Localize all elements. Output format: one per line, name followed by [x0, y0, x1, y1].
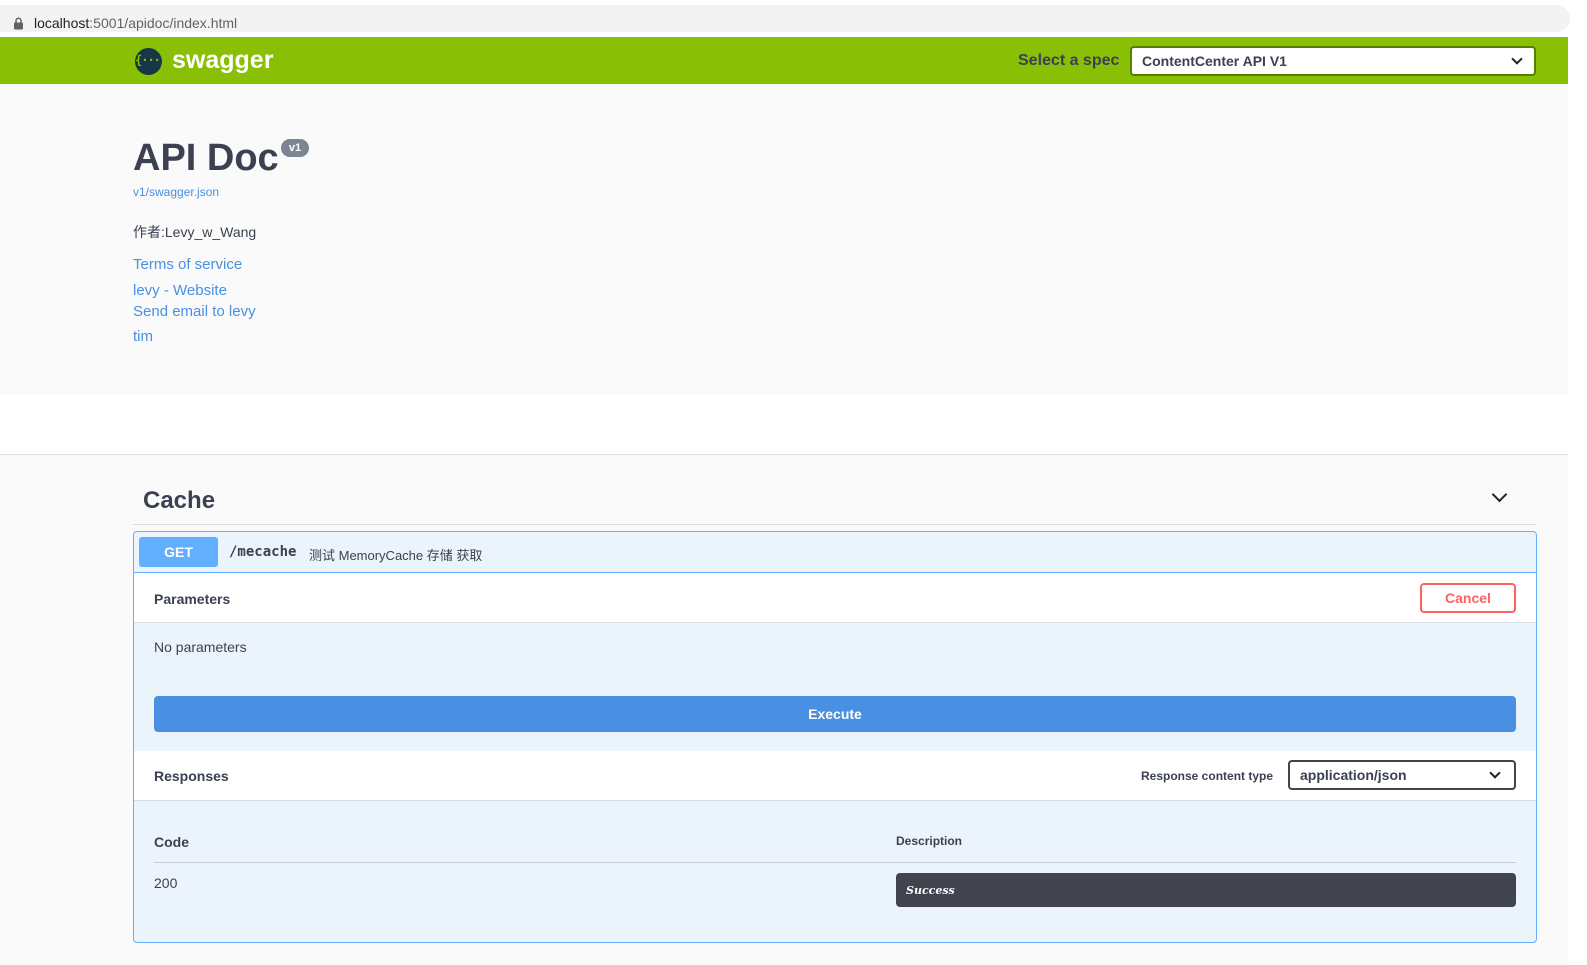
chevron-down-icon [1511, 53, 1523, 65]
table-header-divider [154, 862, 1516, 863]
swagger-json-link[interactable]: v1/swagger.json [133, 185, 219, 199]
response-content-type-label: Response content type [1141, 769, 1274, 783]
operation-summary[interactable]: GET /mecache 测试 MemoryCache 存储 获取 [134, 532, 1536, 573]
api-description: 作者:Levy_w_Wang [133, 224, 257, 240]
responses-header: Responses Response content type applicat… [134, 751, 1536, 801]
content-type-value: application/json [1300, 767, 1407, 783]
parameters-title: Parameters [154, 591, 231, 607]
parameters-header: Parameters Cancel [134, 573, 1536, 623]
response-content-type-select[interactable]: application/json [1288, 760, 1516, 790]
url-host: localhost [34, 15, 90, 31]
api-title: API Doc [133, 137, 279, 179]
url-text: localhost:5001/apidoc/index.html [34, 15, 237, 31]
tag-underline [133, 524, 1536, 525]
tag-title[interactable]: Cache [143, 487, 215, 515]
no-parameters-text: No parameters [154, 639, 247, 655]
operation-block: GET /mecache 测试 MemoryCache 存储 获取 Parame… [133, 531, 1537, 943]
spec-select-value: ContentCenter API V1 [1142, 53, 1287, 69]
chevron-down-icon [1489, 767, 1501, 779]
execute-button[interactable]: Execute [154, 696, 1516, 732]
description-column-header: Description [896, 834, 963, 848]
email-link[interactable]: Send email to levy [133, 303, 256, 320]
license-link[interactable]: tim [133, 328, 153, 345]
response-description: Success [896, 873, 1516, 907]
topbar: {···} swagger Select a spec ContentCente… [0, 37, 1568, 84]
response-description-text: Success [906, 884, 955, 897]
version-badge: v1 [281, 139, 309, 157]
terms-of-service-link[interactable]: Terms of service [133, 256, 242, 273]
cancel-button[interactable]: Cancel [1420, 583, 1516, 613]
browser-address-bar: localhost:5001/apidoc/index.html [0, 0, 1587, 37]
spec-select[interactable]: ContentCenter API V1 [1130, 46, 1536, 76]
info-section: API Doc v1 v1/swagger.json 作者:Levy_w_Wan… [0, 84, 1568, 395]
method-badge: GET [139, 537, 218, 567]
url-path: :5001/apidoc/index.html [89, 15, 238, 31]
select-spec-label: Select a spec [1018, 52, 1120, 69]
code-column-header: Code [154, 834, 189, 850]
lock-icon [14, 17, 23, 30]
operation-path: /mecache [229, 544, 297, 560]
operation-description: 测试 MemoryCache 存储 获取 [309, 548, 483, 563]
swagger-logo-icon[interactable]: {···} [135, 48, 167, 75]
swagger-logo-text[interactable]: swagger [172, 46, 273, 75]
response-code: 200 [154, 875, 178, 891]
responses-title: Responses [154, 768, 229, 784]
url-field[interactable]: localhost:5001/apidoc/index.html [0, 5, 1570, 32]
website-link[interactable]: levy - Website [133, 282, 227, 299]
logo-glyph: {···} [135, 53, 167, 67]
